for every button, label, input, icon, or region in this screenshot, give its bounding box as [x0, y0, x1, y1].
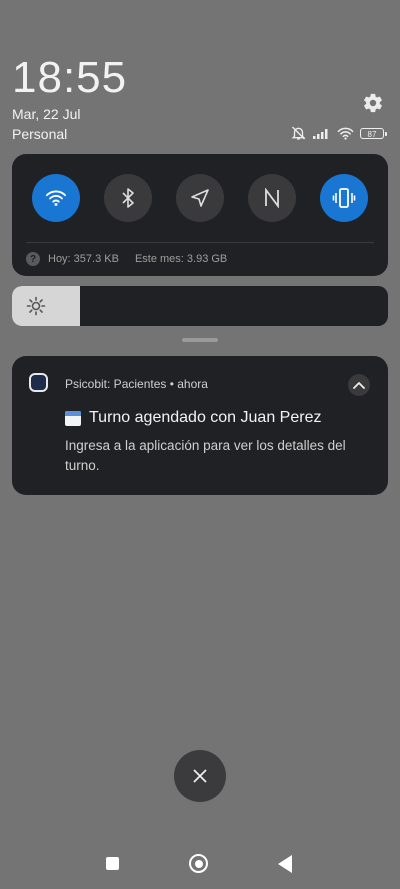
collapse-button[interactable]	[348, 374, 370, 396]
notification-body: Ingresa a la aplicación para ver los det…	[65, 438, 346, 473]
help-icon: ?	[26, 252, 40, 266]
notification-title-row: Turno agendado con Juan Perez	[65, 409, 321, 427]
notification-title: Turno agendado con Juan Perez	[89, 409, 322, 426]
status-icons: 87	[290, 125, 387, 141]
settings-gear-icon[interactable]	[362, 92, 384, 114]
calendar-emoji-icon	[65, 410, 81, 426]
muted-bell-icon	[291, 126, 306, 140]
drag-handle[interactable]	[182, 338, 218, 342]
back-button[interactable]	[278, 855, 292, 873]
wifi-status-icon	[337, 127, 354, 140]
data-usage-row[interactable]: ? Hoy: 357.3 KB Este mes: 3.93 GB	[26, 252, 227, 266]
chevron-up-icon	[353, 382, 365, 389]
clear-all-button[interactable]	[174, 750, 226, 802]
home-button[interactable]	[189, 854, 208, 873]
nfc-toggle[interactable]	[248, 174, 296, 222]
usage-month: Este mes: 3.93 GB	[134, 253, 228, 265]
bluetooth-icon	[122, 188, 134, 208]
lockscreen-clock: 18:55	[12, 53, 128, 102]
carrier-label: Personal	[12, 126, 68, 142]
bluetooth-toggle[interactable]	[104, 174, 152, 222]
close-icon	[193, 769, 207, 783]
signal-bars-icon	[313, 129, 328, 139]
battery-icon: 87	[360, 127, 387, 139]
vibrate-icon	[332, 188, 356, 208]
quick-settings-panel: ? Hoy: 357.3 KB Este mes: 3.93 GB	[12, 154, 388, 276]
usage-today: Hoy: 357.3 KB	[48, 253, 119, 265]
vibrate-toggle[interactable]	[320, 174, 368, 222]
wifi-toggle[interactable]	[32, 174, 80, 222]
location-toggle[interactable]	[176, 174, 224, 222]
wifi-icon	[45, 190, 67, 206]
notification-card[interactable]: Psicobit: Pacientes • ahora Turno agenda…	[12, 356, 388, 495]
brightness-slider[interactable]	[12, 286, 388, 326]
recents-button[interactable]	[106, 857, 119, 870]
nfc-icon	[265, 188, 279, 208]
brightness-sun-icon	[26, 296, 46, 316]
panel-divider	[26, 242, 374, 243]
date-label: Mar, 22 Jul	[12, 106, 81, 122]
location-arrow-icon	[191, 189, 209, 207]
app-icon	[29, 373, 48, 392]
notification-app-header: Psicobit: Pacientes • ahora	[65, 377, 208, 391]
